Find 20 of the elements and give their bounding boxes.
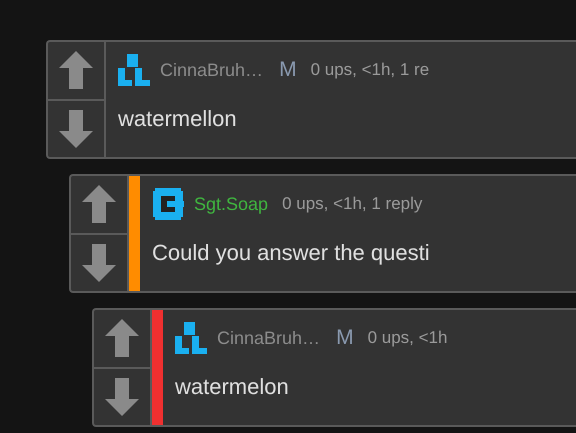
comment-meta: 0 ups, <1h, 1 re [310,59,430,82]
down-arrow-icon [59,110,93,148]
comment-text: watermellon [118,105,238,133]
down-arrow-icon [105,378,139,416]
up-arrow-icon [82,185,116,224]
comment-meta: 0 ups, <1h [368,327,448,350]
avatar-icon [175,322,207,354]
username-link[interactable]: Sgt.Soap [194,190,268,218]
down-arrow-icon [82,244,116,282]
up-arrow-icon [105,319,139,358]
comment-meta: 0 ups, <1h, 1 reply [282,193,422,216]
comment-text: watermelon [175,373,290,401]
comment-text: Could you answer the questi [152,239,431,267]
avatar-icon [118,54,150,86]
up-arrow-icon [59,51,93,90]
mod-label: M [336,325,354,352]
mod-label: M [279,57,297,84]
username-link[interactable]: CinnaBruh… [217,324,320,352]
avatar-icon [152,188,184,220]
username-link[interactable]: CinnaBruh… [160,56,264,84]
